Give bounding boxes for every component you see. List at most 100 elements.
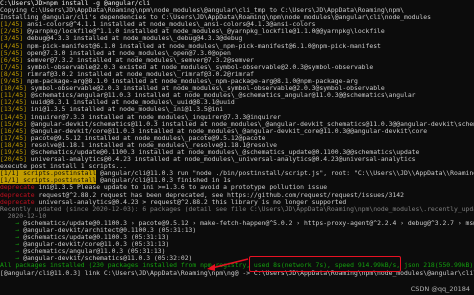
console-text-segment: [10/45] bbox=[0, 85, 31, 93]
console-text-segment: ini@1.3.5 installed at node_modules\_ini… bbox=[30, 106, 224, 114]
console-text-segment: pacote@9.5.12 installed at node_modules\… bbox=[30, 134, 266, 142]
console-text-segment: symbol-observable@2.0.3 existed at node_… bbox=[26, 63, 374, 71]
console-line: [3/45] debug@4.3.3 installed at node_mod… bbox=[0, 35, 474, 42]
console-text-segment: rimraf@3.0.2 installed at node_modules\_… bbox=[26, 70, 254, 78]
console-text-segment: [7/45] bbox=[0, 63, 27, 71]
console-text-segment: [13/45] bbox=[0, 106, 31, 114]
console-line: [9/45] npm-package-arg@8.1.0 installed a… bbox=[0, 78, 474, 85]
highlight-box bbox=[249, 256, 401, 272]
console-text-segment: @angular-devkit/schematics@11.0.3 (05:32… bbox=[23, 255, 193, 263]
console-text-segment: [15/45] bbox=[0, 120, 31, 128]
console-text-segment: → bbox=[0, 234, 24, 242]
console-text-segment: debug@4.3.3 installed at node_modules\_d… bbox=[26, 35, 243, 43]
console-text-segment: deprecate bbox=[0, 198, 39, 206]
console-line: [1/1] scripts.postinstall @angular/cli@1… bbox=[0, 177, 474, 185]
console-text-segment: @angular-devkit/core@11.0.3 installed at… bbox=[30, 127, 428, 135]
console-text-segment: [19/45] bbox=[0, 148, 31, 156]
console-text-segment: execute post install 1 scripts... bbox=[0, 163, 127, 171]
console-text-segment: → bbox=[0, 255, 24, 263]
console-output: C:\Users\JD>npm install -g @angular/cli C… bbox=[0, 0, 474, 277]
console-text-segment: [3/45] bbox=[0, 35, 27, 43]
console-text-segment: [18/45] bbox=[0, 141, 31, 149]
console-text-segment: [20/45] bbox=[0, 156, 31, 164]
console-text-segment: [1/1] scripts.postinstall bbox=[0, 177, 97, 185]
console-text-segment: [5/45] bbox=[0, 49, 27, 57]
console-text-segment: inquirer@7.3.3 installed at node_modules… bbox=[30, 113, 281, 121]
arrow-head bbox=[207, 264, 215, 271]
console-text-segment: npm-package-arg@8.1.0 installed at node_… bbox=[26, 78, 358, 86]
console-text-segment: → bbox=[0, 219, 24, 227]
console-line: deprecate universal-analytics@0.4.23 > r… bbox=[0, 199, 474, 206]
console-line: deprecate ini@1.3.5 Please update to ini… bbox=[0, 184, 474, 191]
console-text-segment: Copying C:\Users\JD\AppData\Roaming\npm\… bbox=[0, 7, 404, 15]
console-text-segment: @schematics/update@0.1100.3 (05:31:13) bbox=[23, 234, 170, 242]
console-text-segment: @schematics/update@0.1100.3 installed at… bbox=[30, 148, 420, 156]
console-text-segment: @schematics/update@0.1100.3 › pacote@9.5… bbox=[23, 219, 474, 227]
console-text-segment: npm-pick-manifest@6.1.0 installed at nod… bbox=[26, 42, 381, 50]
console-text-segment: [16/45] bbox=[0, 127, 31, 135]
console-text-segment: [1/45] bbox=[0, 21, 27, 29]
console-text-segment: [9/45] bbox=[0, 78, 27, 86]
console-text-segment: @angular/cli@11.0.3 run "node ./bin/post… bbox=[100, 170, 474, 178]
console-line: 2020-12-10 bbox=[0, 213, 474, 220]
console-text-segment: [17/45] bbox=[0, 134, 31, 142]
console-line: [15/45] @angular-devkit/schematics@11.0.… bbox=[0, 121, 474, 128]
console-line: [17/45] pacote@9.5.12 installed at node_… bbox=[0, 135, 474, 142]
console-text-segment: symbol-observable@2.0.3 installed at nod… bbox=[30, 85, 385, 93]
console-line: [1/45] ansi-colors@^4.1.1 installed at n… bbox=[0, 21, 474, 28]
console-text-segment: [4/45] bbox=[0, 42, 27, 50]
console-line: [12/45] uuid@8.3.1 installed at node_mod… bbox=[0, 99, 474, 106]
console-text-segment: @angular-devkit/architect@0.1100.3 (05:3… bbox=[23, 227, 197, 234]
console-text-segment: @schematics/angular@11.0.3 (05:31:13) bbox=[23, 248, 166, 256]
arrow-shaft bbox=[211, 258, 249, 269]
console-line: Recently updated (since 2020-12-03): 6 p… bbox=[0, 206, 474, 213]
console-text-segment: 2020-12-10 bbox=[0, 212, 47, 220]
console-line: [10/45] symbol-observable@2.0.3 installe… bbox=[0, 85, 474, 92]
console-text-segment: [14/45] bbox=[0, 113, 31, 121]
console-line: [20/45] universal-analytics@0.4.23 insta… bbox=[0, 156, 474, 163]
console-text-segment: ini@1.3.5 Please update to ini >=1.3.6 t… bbox=[38, 184, 328, 192]
console-text-segment: Installing @angular/cli's dependencies t… bbox=[0, 14, 431, 22]
console-line: [14/45] inquirer@7.3.3 installed at node… bbox=[0, 114, 474, 121]
console-text-segment: [6/45] bbox=[0, 56, 27, 64]
console-text-segment: universal-analytics@0.4.23 > request@^2.… bbox=[38, 198, 347, 206]
console-text-segment: @angular-devkit/schematics@11.0.3 instal… bbox=[30, 120, 474, 128]
console-line: [5/45] open@7.3.0 installed at node_modu… bbox=[0, 50, 474, 57]
console-line: [11/45] @schematics/angular@11.0.3 insta… bbox=[0, 92, 474, 99]
console-text-segment: [11/45] bbox=[0, 92, 31, 100]
console-text-segment: ansi-colors@^4.1.1 installed at node_mod… bbox=[26, 21, 316, 29]
console-line: Installing @angular/cli's dependencies t… bbox=[0, 14, 474, 21]
console-line: Copying C:\Users\JD\AppData\Roaming\npm\… bbox=[0, 7, 474, 14]
console-line: [4/45] npm-pick-manifest@6.1.0 installed… bbox=[0, 43, 474, 50]
console-text-segment: open@7.3.0 installed at node_modules\_op… bbox=[26, 49, 231, 57]
console-text-segment: → bbox=[0, 248, 24, 256]
console-text-segment: semver@7.3.2 installed at node_modules\_… bbox=[26, 56, 254, 64]
console-line: [18/45] resolve@1.18.1 installed at node… bbox=[0, 142, 474, 149]
annotation-arrow-icon bbox=[207, 258, 249, 271]
console-text-segment: [12/45] bbox=[0, 99, 31, 107]
console-line: [2/45] @yarnpkg/lockfile@^1.1.0 installe… bbox=[0, 28, 474, 35]
console-text-segment: [1/1] scripts.postinstall bbox=[0, 170, 97, 178]
console-text-segment: universal-analytics@0.4.23 installed at … bbox=[30, 156, 416, 164]
console-line: [7/45] symbol-observable@2.0.3 existed a… bbox=[0, 64, 474, 71]
console-line: → @schematics/update@0.1100.3 (05:31:13) bbox=[0, 234, 474, 241]
console-text-segment: deprecate bbox=[0, 191, 39, 199]
console-text-segment: [8/45] bbox=[0, 70, 27, 78]
console-text-segment: request@^2.88.2 request has been depreca… bbox=[38, 191, 404, 199]
watermark-text: CSDN @qq_20184 bbox=[410, 285, 470, 293]
console-text-segment: C:\Users\JD>npm install -g @angular/cli bbox=[0, 0, 151, 7]
console-line: → @angular-devkit/core@11.0.3 (05:31:13) bbox=[0, 241, 474, 248]
console-line: [1/1] scripts.postinstall @angular/cli@1… bbox=[0, 170, 474, 178]
console-line: [6/45] semver@7.3.2 installed at node_mo… bbox=[0, 57, 474, 64]
console-text-segment: resolve@1.18.1 installed at node_modules… bbox=[30, 141, 278, 149]
console-text-segment: @angular-devkit/core@11.0.3 (05:31:13) bbox=[23, 241, 170, 249]
console-line: [13/45] ini@1.3.5 installed at node_modu… bbox=[0, 106, 474, 113]
terminal-window[interactable]: C:\Users\JD>npm install -g @angular/cli C… bbox=[0, 0, 474, 295]
console-line: C:\Users\JD>npm install -g @angular/cli bbox=[0, 0, 474, 7]
console-line: [16/45] @angular-devkit/core@11.0.3 inst… bbox=[0, 128, 474, 135]
console-text-segment: uuid@8.3.1 installed at node_modules\_uu… bbox=[30, 99, 235, 107]
console-text-segment: Recently updated (since 2020-12-03): 6 p… bbox=[0, 205, 474, 213]
console-line: → @angular-devkit/architect@0.1100.3 (05… bbox=[0, 227, 474, 234]
console-line: deprecate request@^2.88.2 request has be… bbox=[0, 192, 474, 199]
console-text-segment: deprecate bbox=[0, 184, 39, 192]
